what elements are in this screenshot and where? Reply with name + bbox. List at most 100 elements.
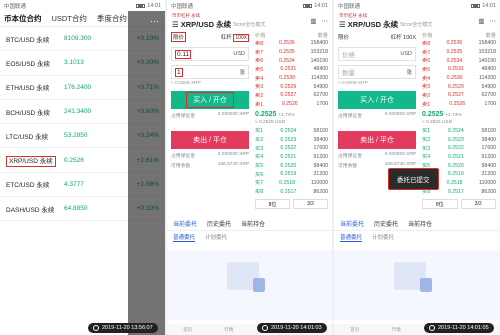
tab-order-history[interactable]: 历史委托: [207, 219, 231, 228]
more-icon[interactable]: ⋯: [490, 17, 497, 25]
order-book-row[interactable]: 卖2 0.2527 62700: [422, 91, 496, 100]
tab-plan-orders[interactable]: 计划委托: [372, 233, 394, 241]
order-book-row[interactable]: 卖1 0.2526 1700: [422, 100, 496, 109]
depth-select[interactable]: 8位: [422, 199, 458, 209]
order-book-row[interactable]: 买1 0.2524 58100: [422, 127, 496, 136]
last-price: 0.2525 +1.74% ≈ 0.2525 USD: [422, 110, 462, 125]
tab-normal-orders[interactable]: 普通委托: [173, 233, 196, 242]
chart-icon[interactable]: ▥: [478, 17, 484, 25]
depth-toggle[interactable]: 3/2: [460, 199, 496, 209]
more-icon[interactable]: ···: [150, 16, 159, 26]
order-book-row[interactable]: 卖5 0.2531 48400: [255, 65, 328, 74]
order-submitted-toast: 委托已提交: [388, 168, 439, 190]
nav-home[interactable]: 首页: [183, 327, 192, 333]
order-type-select[interactable]: 限价: [171, 32, 187, 42]
order-book-bids: 买1 0.2524 58100 买2 0.2523 38400 买3 0.2522 17600 买…: [255, 127, 328, 197]
order-book-row[interactable]: 卖5 0.2531 48400: [422, 65, 496, 74]
order-book-row[interactable]: 买70.2518110000: [255, 179, 328, 188]
order-book-row[interactable]: 买4 0.2521 51200: [255, 153, 328, 162]
menu-icon[interactable]: ☰: [172, 20, 179, 29]
tab-usdt-margined[interactable]: USDT合约: [52, 13, 87, 24]
tab-order-history[interactable]: 历史委托: [374, 219, 398, 228]
trade-screen-submitted: 中国联通 14:01 币币杠杆 永续 ☰ XRP/USD 永续 5tcon全仓模…: [334, 0, 500, 335]
clock: 14:01: [147, 2, 161, 9]
order-book-asks: 卖8 0.2536 158400 卖7 0.2535 103218 卖6 0.2534 1401…: [255, 39, 328, 109]
order-book-row[interactable]: 卖6 0.2534 140190: [422, 56, 496, 65]
clock-icon: [262, 325, 268, 331]
order-book-row[interactable]: 买60.251931200: [255, 170, 328, 179]
leverage-select[interactable]: 100X: [403, 35, 416, 41]
battery-icon: [136, 3, 146, 8]
tab-normal-orders[interactable]: 普通委托: [340, 233, 363, 242]
tab-current-orders[interactable]: 当前委托: [173, 219, 197, 228]
order-form: 限价 杠杆 100X 0.11 USD 1 张 ≈ 0.0006 XRP 买入 …: [171, 31, 249, 209]
order-book-row[interactable]: 卖4 0.2530 114200: [255, 74, 328, 83]
order-book-row[interactable]: 卖3 0.2529 54900: [422, 82, 496, 91]
order-book-row[interactable]: 买2 0.2523 38400: [255, 135, 328, 144]
clock-icon: [429, 325, 435, 331]
more-icon[interactable]: ⋯: [322, 17, 329, 25]
order-book-row[interactable]: 卖8 0.2536 158400: [255, 39, 328, 48]
order-book-row[interactable]: 买5 0.2520 98400: [255, 161, 328, 170]
order-book-row[interactable]: 卖2 0.2527 62700: [255, 91, 328, 100]
tab-positions[interactable]: 当前持仓: [408, 219, 432, 228]
timestamp-badge: 2019-11-20 14:01:03: [257, 323, 327, 333]
clock-icon: [93, 325, 99, 331]
order-book-row[interactable]: 买8 0.2517 86200: [255, 187, 328, 196]
quantity-input[interactable]: 1 张: [171, 65, 249, 79]
chart-icon[interactable]: ▥: [310, 17, 316, 25]
battery-icon: [303, 3, 313, 8]
price-input[interactable]: 0.11 USD: [171, 47, 249, 61]
sell-close-button[interactable]: 卖出 / 平仓: [171, 131, 249, 149]
tab-coin-margined[interactable]: 币本位合约: [4, 13, 42, 24]
order-tabs: 当前委托 历史委托 当前持仓: [334, 217, 500, 231]
trade-screen-filled: 中国联通 14:01 币币杠杆 永续 ☰ XRP/USD 永续 5tcon全仓模…: [167, 0, 332, 335]
timestamp-badge: 2019-11-20 14:01:05: [424, 323, 494, 333]
order-book-row[interactable]: 卖7 0.2535 103218: [255, 48, 328, 57]
price-input[interactable]: 价格 USD: [338, 47, 416, 61]
order-book-row[interactable]: 买3 0.2522 17600: [255, 144, 328, 153]
highlight-box: XRP/USD 永续: [6, 156, 56, 168]
depth-toggle[interactable]: 3/2: [293, 199, 328, 209]
order-book-row[interactable]: 卖8 0.2536 158400: [422, 39, 496, 48]
trade-header: 币币杠杆 永续 ☰ XRP/USD 永续 5tcon全仓模式 ▥ ⋯: [339, 13, 497, 29]
battery-icon: [471, 3, 481, 8]
contract-list-screen: 中国联通 14:01 币本位合约 USDT合约 季度合约 BTC/USD 永续 …: [0, 0, 165, 335]
order-type-select[interactable]: 限价: [338, 33, 349, 41]
status-bar: 中国联通 14:01: [171, 2, 328, 10]
quantity-input[interactable]: 数量 张: [338, 65, 416, 79]
page-title: XRP/USD 永续: [347, 20, 399, 29]
drawer-overlay[interactable]: ···: [128, 11, 165, 335]
empty-state: [334, 250, 500, 320]
trade-header: 币币杠杆 永续 ☰ XRP/USD 永续 5tcon全仓模式 ▥ ⋯: [172, 13, 329, 29]
last-price: 0.2525 +1.74% ≈ 0.2525 USD: [255, 110, 295, 125]
order-book-row[interactable]: 卖6 0.2534 140190: [255, 56, 328, 65]
buy-open-button[interactable]: 买入 / 开仓: [171, 91, 249, 109]
empty-state: [167, 250, 332, 320]
tab-quarterly[interactable]: 季度合约: [97, 13, 127, 24]
tab-current-orders[interactable]: 当前委托: [340, 219, 364, 228]
order-book-row[interactable]: 卖3 0.2529 54900: [255, 82, 328, 91]
order-book-row[interactable]: 卖1 0.2526 1700: [255, 100, 328, 109]
nav-market[interactable]: 行情: [392, 327, 401, 333]
timestamp-badge: 2019-11-20 13:56:07: [88, 323, 158, 333]
order-book-asks: 卖8 0.2536 158400 卖7 0.2535 103218 卖6 0.2534 1401…: [422, 39, 496, 109]
status-bar: 中国联通 14:01: [338, 2, 496, 10]
order-book: 价格 数量 卖8 0.2536 158400 卖7 0.2535 103218 卖6 0.253…: [255, 32, 328, 209]
order-book-row[interactable]: 买3 0.2522 17600: [422, 144, 496, 153]
buy-open-button[interactable]: 买入 / 开仓: [338, 91, 416, 109]
nav-home[interactable]: 首页: [350, 327, 359, 333]
leverage-select[interactable]: 100X: [233, 34, 249, 42]
order-book-row[interactable]: 买4 0.2521 51200: [422, 153, 496, 162]
tab-plan-orders[interactable]: 计划委托: [205, 233, 227, 241]
menu-icon[interactable]: ☰: [339, 20, 346, 29]
tab-positions[interactable]: 当前持仓: [241, 219, 265, 228]
order-book-row[interactable]: 卖4 0.2530 114200: [422, 74, 496, 83]
nav-market[interactable]: 行情: [224, 327, 233, 333]
order-book-row[interactable]: 买2 0.2523 38400: [422, 135, 496, 144]
order-book-row[interactable]: 买1 0.2524 58100: [255, 127, 328, 136]
order-tabs: 当前委托 历史委托 当前持仓: [167, 217, 332, 231]
sell-close-button[interactable]: 卖出 / 平仓: [338, 131, 416, 149]
depth-select[interactable]: 8位: [255, 199, 290, 209]
order-book-row[interactable]: 卖7 0.2535 103218: [422, 48, 496, 57]
